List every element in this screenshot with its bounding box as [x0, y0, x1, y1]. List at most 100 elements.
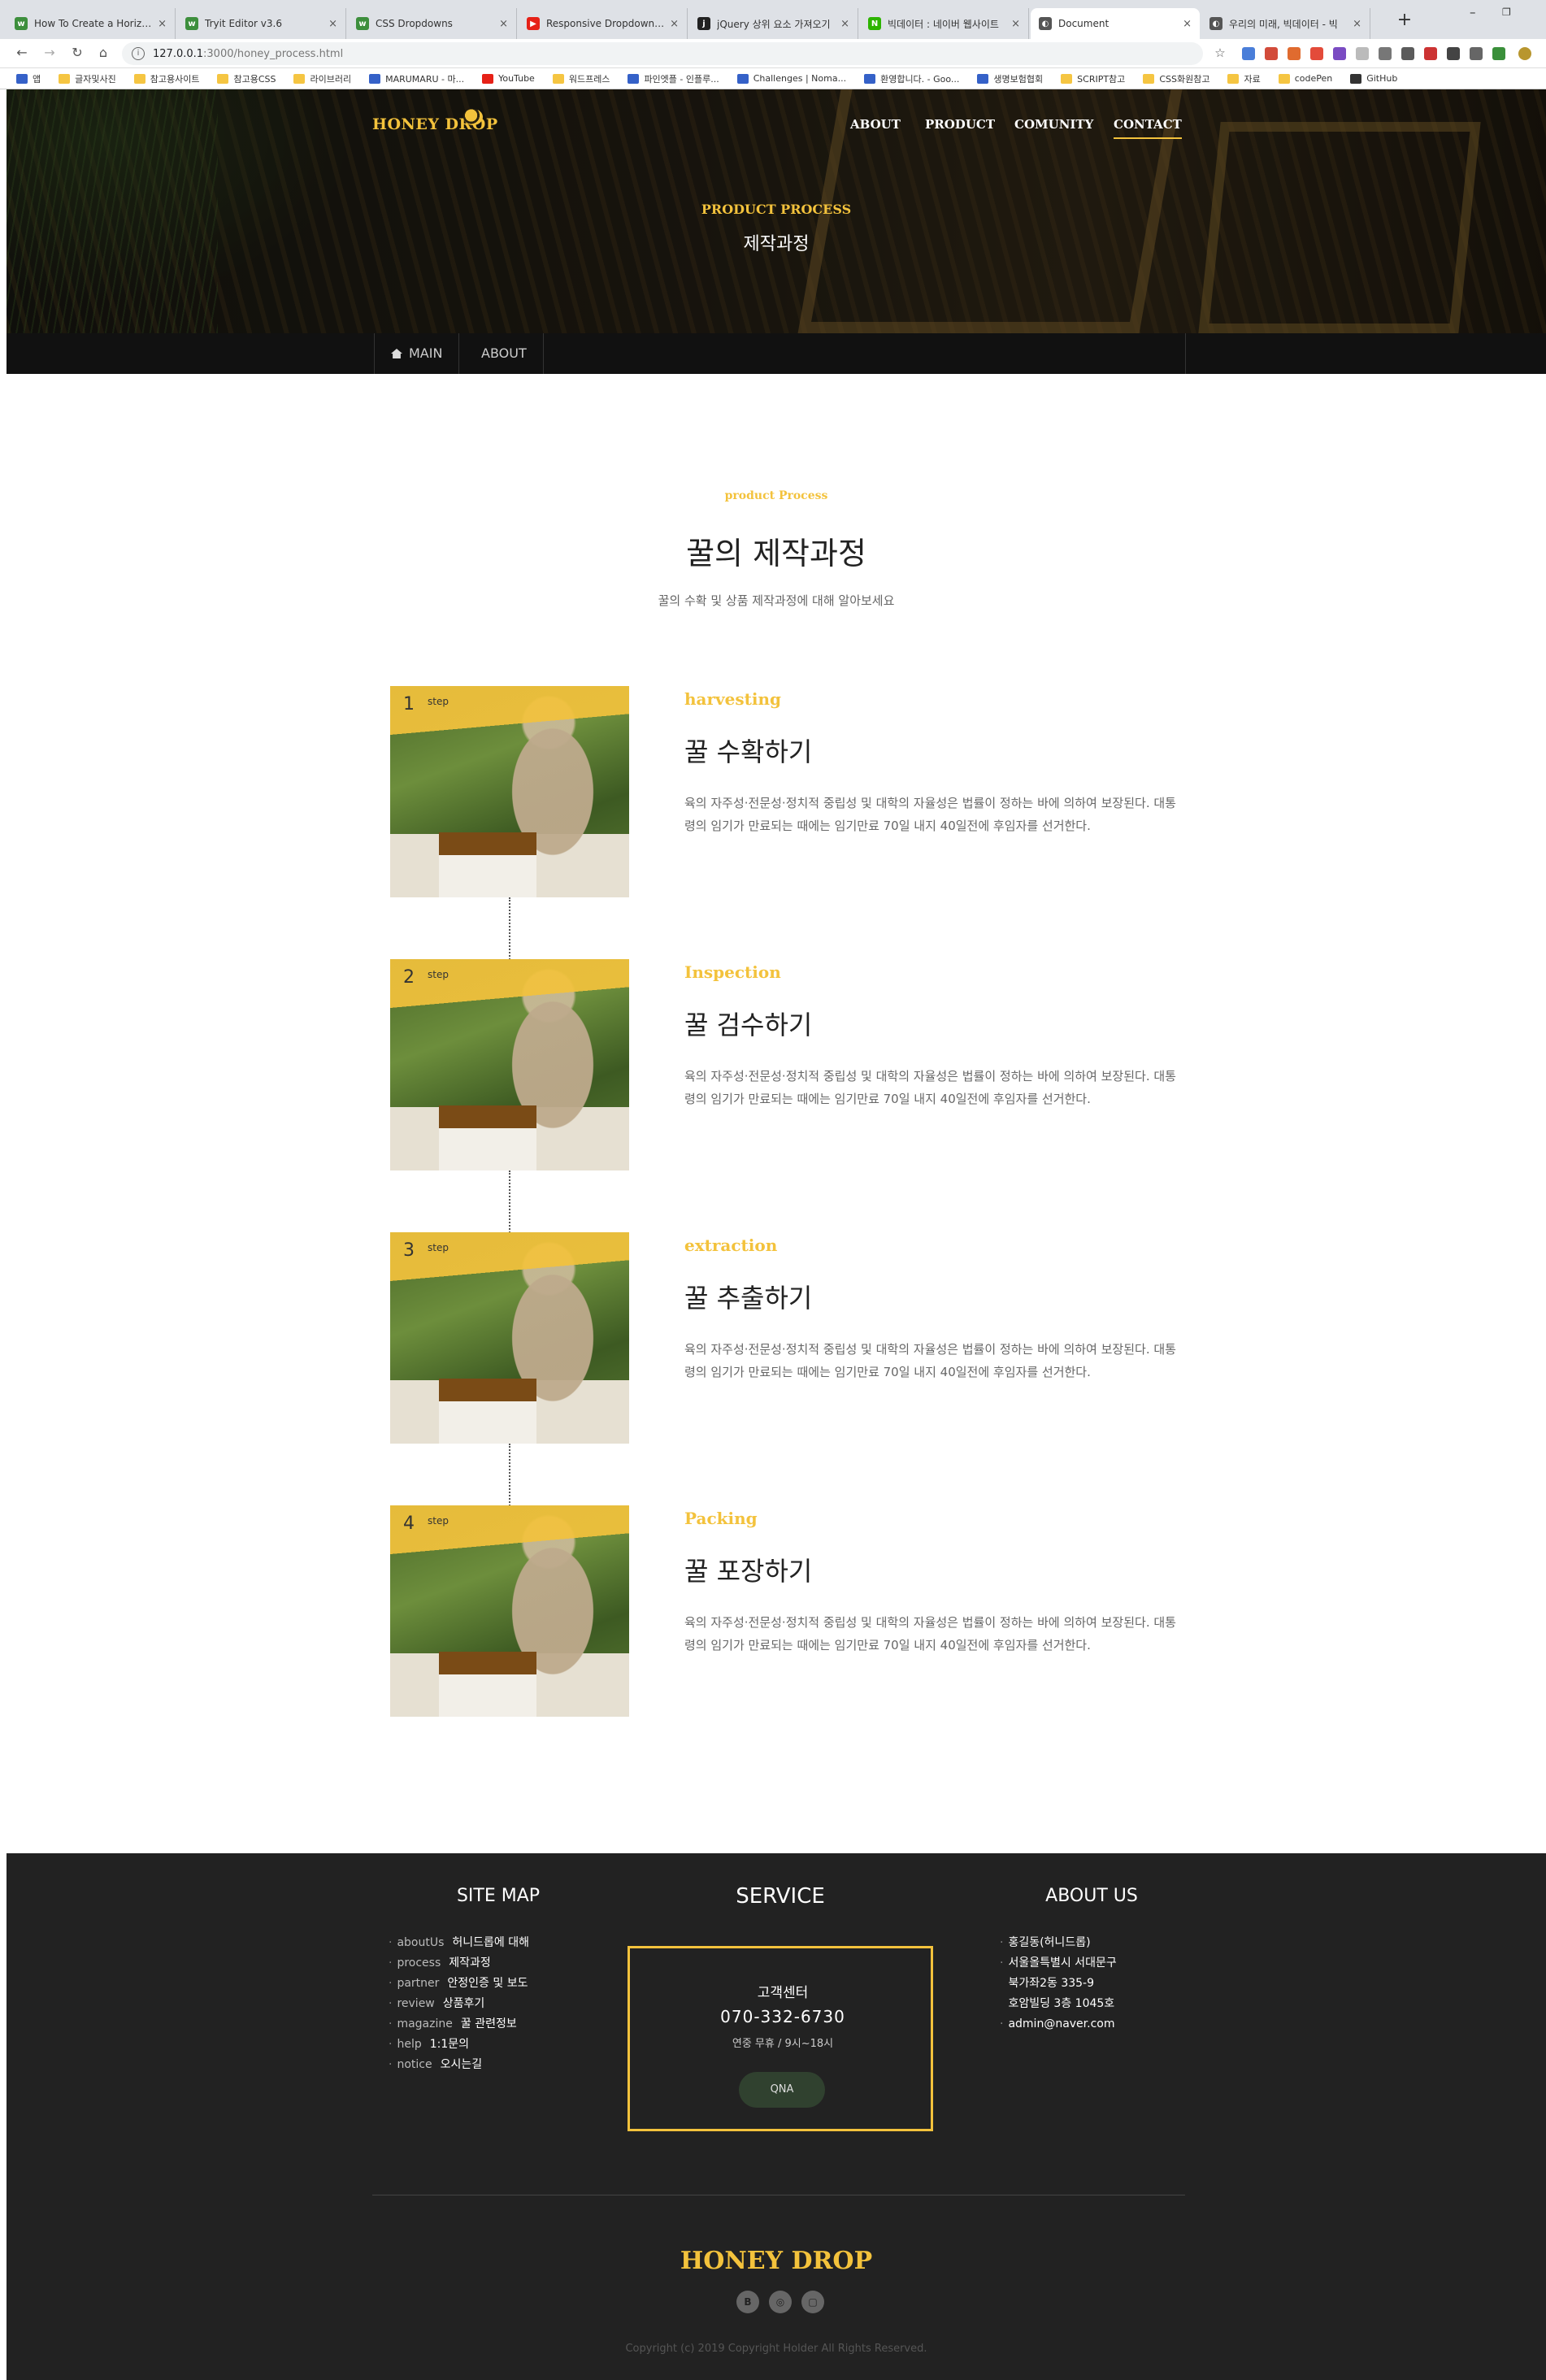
sitemap-item[interactable]: · magazine 꿀 관련정보 [389, 2014, 529, 2035]
about-email[interactable]: · admin@naver.com [1000, 2014, 1117, 2035]
bookmark-item[interactable]: Challenges | Noma... [736, 73, 846, 84]
nav-comunity[interactable]: COMUNITY [1014, 117, 1093, 132]
bookmark-item[interactable]: GitHub [1350, 73, 1397, 84]
hero-title: 제작과정 [743, 234, 810, 254]
bookmark-item[interactable]: 라이브러리 [293, 72, 351, 85]
extension-icon[interactable] [1265, 47, 1278, 60]
bookmark-item[interactable]: codePen [1278, 73, 1332, 84]
browser-tab[interactable]: ▶ Responsive Dropdown Na × [519, 8, 688, 39]
back-icon[interactable]: ← [13, 44, 31, 62]
footer-logo[interactable]: HONEY DROP [7, 2247, 1546, 2275]
github-icon [1350, 73, 1362, 84]
bookmark-item[interactable]: 파인엣플 - 인플루... [628, 72, 719, 85]
bookmark-star-icon[interactable]: ☆ [1211, 44, 1229, 62]
close-tab-icon[interactable]: × [840, 18, 849, 30]
step-number: 3 [403, 1240, 415, 1261]
browser-tab[interactable]: w CSS Dropdowns × [348, 8, 517, 39]
step-band [390, 1505, 629, 1554]
step-number: 4 [403, 1514, 415, 1534]
extension-icon[interactable] [1470, 47, 1483, 60]
sitemap-item[interactable]: · notice 오시는길 [389, 2055, 529, 2075]
browser-tab[interactable]: w How To Create a Horizontal × [7, 8, 176, 39]
close-tab-icon[interactable]: × [1011, 18, 1020, 30]
home-icon[interactable]: ⌂ [94, 44, 112, 62]
forward-icon[interactable]: → [41, 44, 59, 62]
browser-chrome: w How To Create a Horizontal × w Tryit Edito… [0, 0, 1546, 89]
tab-title: jQuery 상위 요소 가져오기 [717, 18, 831, 30]
step-label: step [428, 1515, 449, 1527]
nav-contact[interactable]: CONTACT [1114, 117, 1182, 139]
step-image: 4 step [390, 1505, 629, 1717]
step-title: 꿀 수확하기 [684, 736, 813, 767]
site-info-icon[interactable]: i [132, 47, 145, 60]
bookmark-item[interactable]: SCRIPT참고 [1061, 72, 1125, 85]
extension-icon[interactable] [1401, 47, 1414, 60]
tab-favicon-icon: ◐ [1039, 17, 1052, 30]
lnb-about[interactable]: ABOUT [465, 333, 544, 374]
bookmark-item[interactable]: 참고용사이트 [133, 72, 199, 85]
lnb-main[interactable]: MAIN [374, 333, 460, 374]
browser-tab[interactable]: N 빅데이터 : 네이버 웹사이트 × [860, 8, 1029, 39]
bookmark-item[interactable]: YouTube [482, 73, 535, 84]
sitemap-list: · aboutUs 허니드롭에 대해 · process 제작과정 · partner 안정… [389, 1933, 529, 2075]
youtube-icon[interactable]: ▢ [801, 2291, 824, 2313]
bookmark-label: MARUMARU - 마... [385, 73, 465, 85]
extension-icon[interactable] [1288, 47, 1301, 60]
extension-icon[interactable] [1333, 47, 1346, 60]
extension-icon[interactable] [1356, 47, 1369, 60]
blog-icon[interactable]: B [736, 2291, 759, 2313]
close-tab-icon[interactable]: × [1183, 18, 1192, 30]
about-list: ·홍길동(허니드롭) ·서울올특별시 서대문구 ·북가좌2동 335-9 ·호암… [1000, 1933, 1117, 2035]
extension-icon[interactable] [1242, 47, 1255, 60]
browser-tab[interactable]: ◐ Document × [1031, 8, 1200, 39]
maximize-button[interactable]: ❐ [1502, 7, 1511, 18]
sitemap-item[interactable]: · process 제작과정 [389, 1953, 529, 1974]
sitemap-item[interactable]: · partner 안정인증 및 보도 [389, 1974, 529, 1994]
instagram-icon[interactable]: ◎ [769, 2291, 792, 2313]
extension-icon[interactable] [1424, 47, 1437, 60]
qna-button[interactable]: QNA [739, 2072, 825, 2108]
extension-icon[interactable] [1447, 47, 1460, 60]
close-tab-icon[interactable]: × [328, 18, 337, 30]
extension-icon[interactable] [1379, 47, 1392, 60]
tab-favicon-icon: ◐ [1209, 17, 1222, 30]
step-band [390, 959, 629, 1008]
home-icon [391, 349, 402, 358]
sitemap-item[interactable]: · review 상품후기 [389, 1994, 529, 2014]
extension-icon[interactable] [1492, 47, 1505, 60]
nav-about[interactable]: ABOUT [850, 117, 901, 132]
browser-tab[interactable]: j jQuery 상위 요소 가져오기 × [689, 8, 858, 39]
bookmark-item[interactable]: 앱 [16, 72, 41, 85]
bookmark-item[interactable]: 워드프레스 [552, 72, 610, 85]
bookmark-item[interactable]: 참고용CSS [217, 72, 276, 85]
step-image: 3 step [390, 1232, 629, 1444]
nav-product[interactable]: PRODUCT [925, 117, 995, 132]
browser-tab[interactable]: w Tryit Editor v3.6 × [177, 8, 346, 39]
bookmark-label: 라이브러리 [310, 73, 352, 85]
bookmark-item[interactable]: 생명보험협회 [977, 72, 1043, 85]
close-tab-icon[interactable]: × [158, 18, 167, 30]
new-tab-button[interactable]: + [1392, 8, 1418, 34]
close-tab-icon[interactable]: × [670, 18, 679, 30]
site-logo[interactable]: HONEY DROP [372, 109, 498, 133]
minimize-button[interactable]: – [1470, 5, 1476, 20]
extension-icon[interactable] [1310, 47, 1323, 60]
sitemap-item[interactable]: · aboutUs 허니드롭에 대해 [389, 1933, 529, 1953]
sitemap-item[interactable]: · help 1:1문의 [389, 2035, 529, 2055]
bookmark-item[interactable]: MARUMARU - 마... [369, 72, 464, 85]
profile-avatar[interactable] [1518, 47, 1531, 60]
bookmark-item[interactable]: 자료 [1227, 72, 1261, 85]
url-path: :3000/honey_process.html [203, 47, 344, 60]
bookmark-item[interactable]: CSS화원참고 [1143, 72, 1209, 85]
bookmark-label: 자료 [1244, 73, 1261, 85]
bookmark-item[interactable]: 글자및사진 [59, 72, 116, 85]
close-tab-icon[interactable]: × [1353, 18, 1361, 30]
close-tab-icon[interactable]: × [499, 18, 508, 30]
tab-favicon-icon: ▶ [527, 17, 540, 30]
bookmark-item[interactable]: 환영합니다. - Goo... [864, 72, 959, 85]
reload-icon[interactable]: ↻ [68, 44, 86, 62]
browser-tab[interactable]: ◐ 우리의 미래, 빅데이터 - 빅 × [1201, 8, 1370, 39]
step-title: 꿀 추출하기 [684, 1283, 813, 1314]
url-input[interactable]: i 127.0.0.1:3000/honey_process.html [122, 42, 1203, 65]
lnb-about-label: ABOUT [481, 345, 527, 361]
